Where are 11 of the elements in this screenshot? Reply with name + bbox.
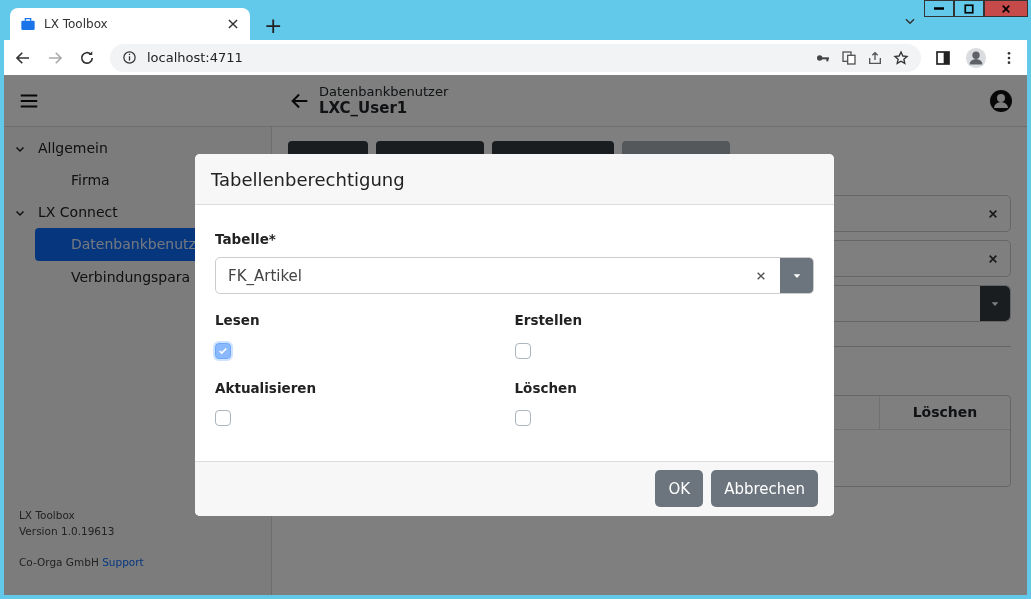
company-name: Co-Orga GmbH bbox=[19, 556, 99, 569]
version-text: Version 1.0.19613 bbox=[19, 523, 116, 539]
breadcrumb-text: Datenbankbenutzer bbox=[319, 83, 449, 100]
dialog-title: Tabellenberechtigung bbox=[195, 154, 834, 205]
checkbox-label: Lesen bbox=[215, 311, 261, 331]
app-name: LX Toolbox bbox=[19, 507, 76, 523]
checkbox-label: Löschen bbox=[514, 378, 578, 398]
checkbox-label: Aktualisieren bbox=[215, 378, 318, 398]
page-title: LXC_User1 bbox=[319, 99, 409, 118]
column-header: Löschen bbox=[879, 396, 1010, 429]
checkbox-label: Erstellen bbox=[514, 311, 584, 331]
